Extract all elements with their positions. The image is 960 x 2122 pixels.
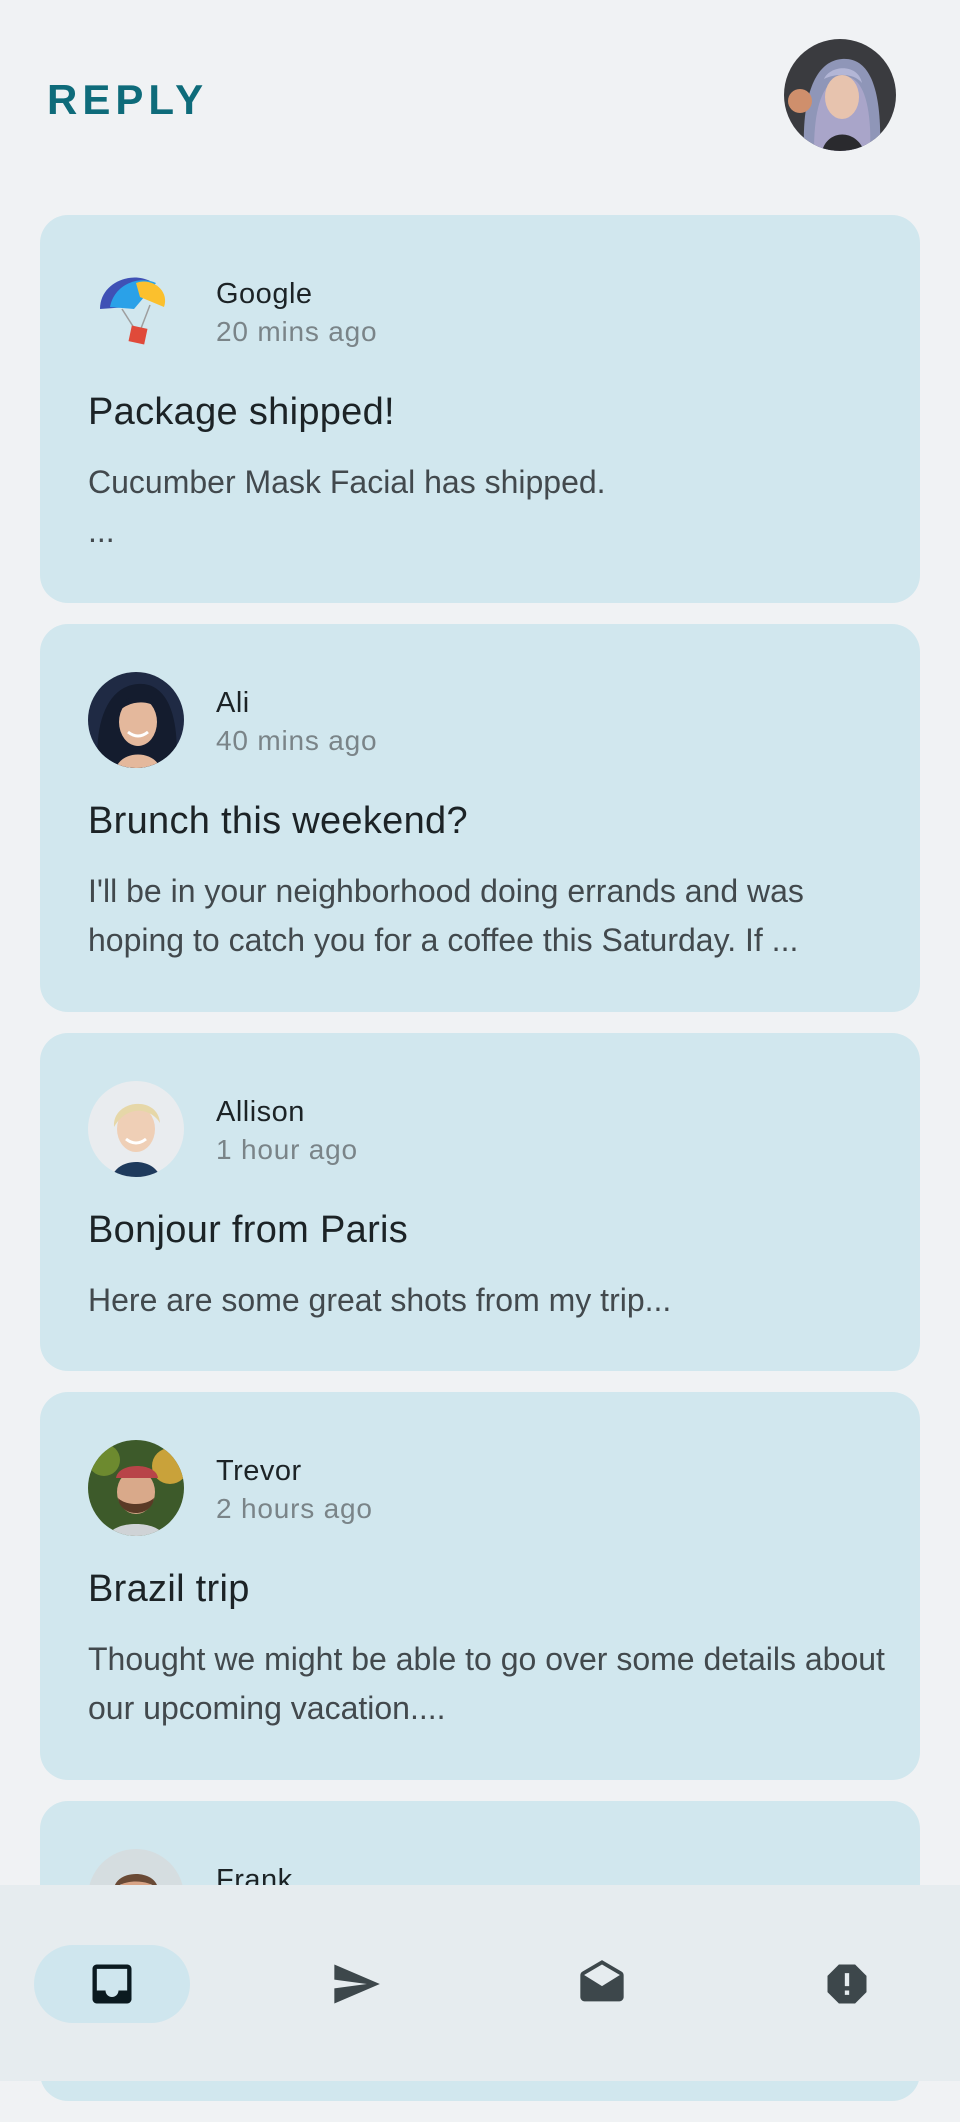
email-subject: Package shipped! bbox=[88, 391, 395, 433]
email-timestamp: 1 hour ago bbox=[216, 1134, 358, 1165]
email-subject: Bonjour from Paris bbox=[88, 1209, 409, 1251]
email-card[interactable]: Google 20 mins ago Package shipped! Cucu… bbox=[40, 215, 920, 603]
nav-sent[interactable] bbox=[278, 1945, 434, 2023]
email-preview: Cucumber Mask Facial has shipped. ... bbox=[88, 464, 606, 549]
inbox-icon bbox=[92, 1964, 132, 2004]
app-header: REPLY bbox=[0, 0, 960, 200]
email-card[interactable]: Ali 40 mins ago Brunch this weekend? I'l… bbox=[40, 624, 920, 1012]
email-timestamp: 2 hours ago bbox=[216, 1493, 373, 1524]
google-express-logo-icon bbox=[100, 277, 166, 345]
spam-icon bbox=[827, 1964, 867, 2004]
email-list: Google 20 mins ago Package shipped! Cucu… bbox=[40, 215, 920, 2122]
profile-avatar[interactable] bbox=[784, 39, 896, 151]
email-preview: I'll be in your neighborhood doing erran… bbox=[88, 873, 804, 958]
sender-name: Google bbox=[216, 278, 313, 310]
email-card[interactable]: Allison 1 hour ago Bonjour from Paris He… bbox=[40, 1033, 920, 1371]
drafts-icon bbox=[580, 1960, 624, 2002]
sender-avatar bbox=[88, 263, 184, 359]
nav-drafts[interactable] bbox=[524, 1945, 680, 2023]
email-subject: Brunch this weekend? bbox=[88, 800, 468, 842]
email-preview: Thought we might be able to go over some… bbox=[88, 1641, 885, 1726]
sender-avatar bbox=[88, 1081, 184, 1177]
sender-avatar bbox=[88, 672, 184, 768]
send-icon bbox=[334, 1964, 380, 2004]
app-logo: REPLY bbox=[47, 76, 209, 123]
email-timestamp: 20 mins ago bbox=[216, 316, 378, 347]
nav-inbox[interactable] bbox=[34, 1945, 190, 2023]
email-preview: Here are some great shots from my trip..… bbox=[88, 1282, 672, 1318]
email-subject: Brazil trip bbox=[88, 1568, 250, 1610]
sender-name: Trevor bbox=[216, 1455, 302, 1487]
email-card[interactable]: Trevor 2 hours ago Brazil trip Thought w… bbox=[40, 1392, 920, 1780]
sender-avatar bbox=[88, 1440, 184, 1536]
bottom-navigation bbox=[0, 1885, 960, 2081]
nav-spam[interactable] bbox=[769, 1945, 925, 2023]
sender-name: Allison bbox=[216, 1096, 305, 1128]
email-timestamp: 40 mins ago bbox=[216, 725, 378, 756]
sender-name: Ali bbox=[216, 687, 250, 719]
